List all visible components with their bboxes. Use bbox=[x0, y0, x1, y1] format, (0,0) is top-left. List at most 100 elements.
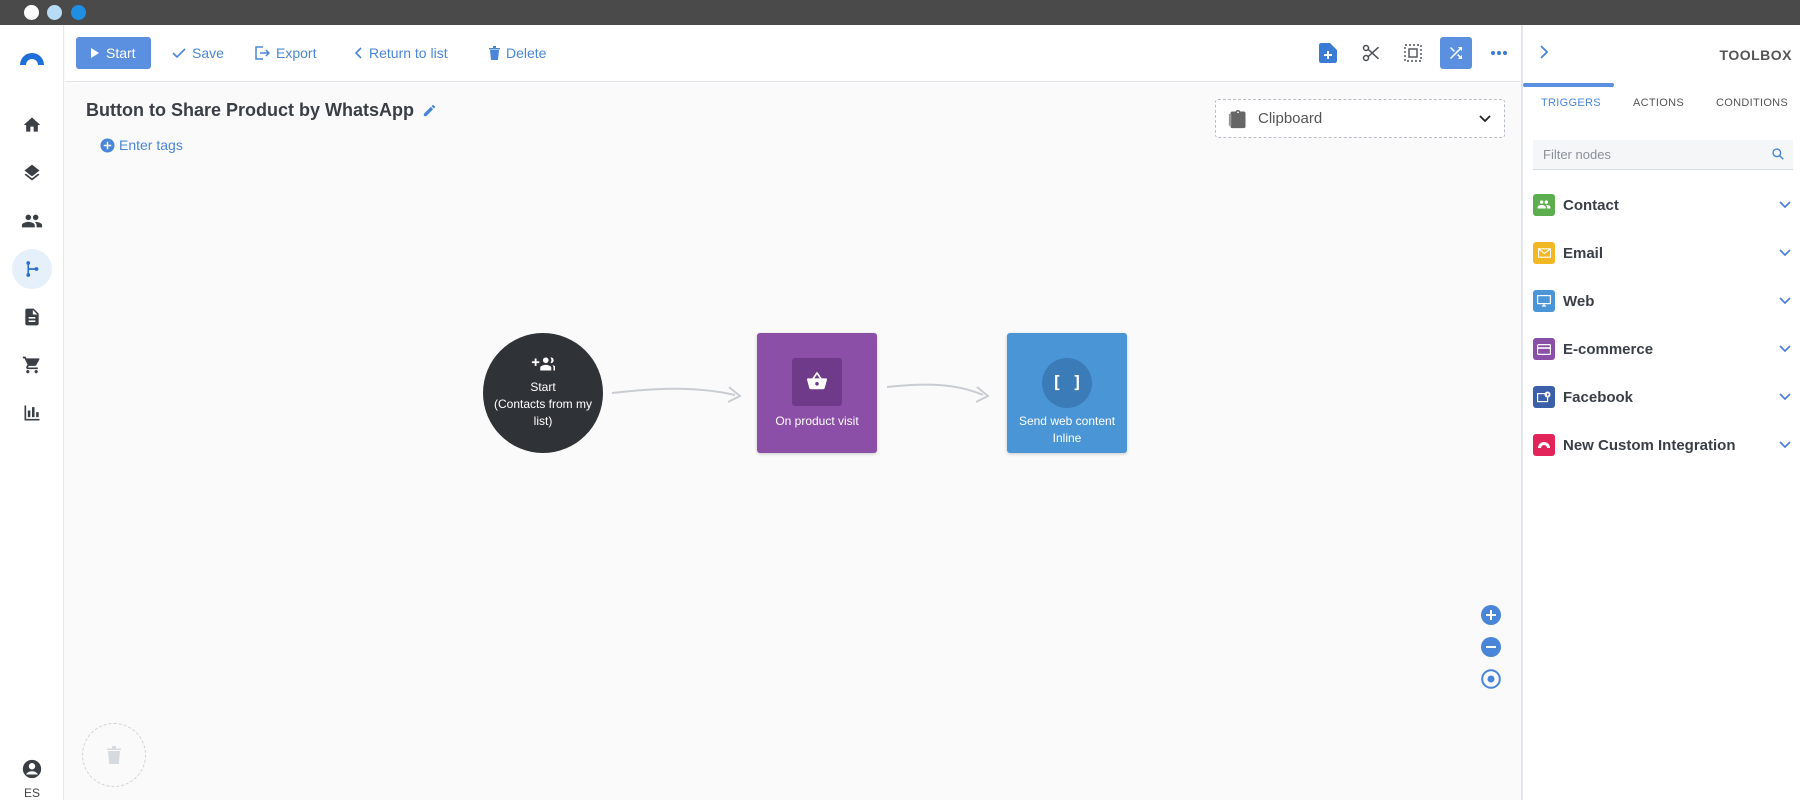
user-avatar-icon bbox=[22, 759, 42, 779]
category-email-label: Email bbox=[1563, 244, 1604, 262]
category-facebook-label: Facebook bbox=[1563, 388, 1634, 406]
select-area-button[interactable] bbox=[1397, 37, 1429, 69]
nav-layers[interactable] bbox=[12, 153, 52, 193]
layers-icon bbox=[24, 164, 40, 181]
chevron-down-icon bbox=[1779, 345, 1791, 353]
start-node-line3: list) bbox=[533, 414, 553, 428]
flow-branch-icon bbox=[26, 261, 39, 277]
basket-icon bbox=[792, 358, 842, 406]
shuffle-icon bbox=[1450, 47, 1462, 59]
tab-actions[interactable]: ACTIONS bbox=[1633, 97, 1684, 109]
start-node[interactable]: Start (Contacts from my list) bbox=[483, 333, 603, 453]
add-contacts-icon bbox=[531, 357, 555, 371]
save-button-label: Save bbox=[192, 45, 224, 61]
chevron-down-icon bbox=[1779, 249, 1791, 257]
product-visit-label: On product visit bbox=[775, 414, 859, 428]
window-close-dot[interactable] bbox=[24, 5, 39, 20]
toolbox-title: TOOLBOX bbox=[1719, 47, 1792, 63]
document-icon bbox=[25, 308, 39, 326]
chevron-down-icon bbox=[1779, 441, 1791, 449]
drop-to-delete-zone[interactable] bbox=[82, 723, 146, 787]
search-icon[interactable] bbox=[1771, 147, 1785, 161]
delete-button-label: Delete bbox=[506, 45, 547, 61]
export-button-label: Export bbox=[276, 45, 317, 61]
left-navigation: ES bbox=[0, 25, 64, 800]
window-titlebar bbox=[0, 0, 1800, 25]
collapse-panel-icon[interactable] bbox=[1539, 45, 1549, 59]
card-icon bbox=[1533, 338, 1555, 360]
category-new-custom-integration-label: New Custom Integration bbox=[1563, 436, 1736, 454]
add-note-button[interactable] bbox=[1312, 37, 1344, 69]
facebook-icon bbox=[1533, 386, 1555, 408]
target-icon bbox=[1481, 669, 1501, 689]
window-minimize-dot[interactable] bbox=[47, 5, 62, 20]
tab-triggers[interactable]: TRIGGERS bbox=[1541, 97, 1601, 109]
window-maximize-dot[interactable] bbox=[71, 5, 86, 20]
active-tab-indicator bbox=[1523, 83, 1614, 87]
send-web-content-node[interactable]: [ ] Send web content Inline bbox=[1007, 333, 1127, 453]
nav-documents[interactable] bbox=[12, 297, 52, 337]
start-button-label: Start bbox=[106, 45, 136, 61]
category-ecommerce-label: E-commerce bbox=[1563, 340, 1654, 358]
zoom-out-icon bbox=[1481, 637, 1501, 657]
zoom-out-button[interactable] bbox=[1479, 635, 1503, 659]
return-button-label: Return to list bbox=[369, 45, 448, 61]
toolbox-tabs: TRIGGERS ACTIONS CONDITIONS bbox=[1523, 83, 1800, 115]
export-icon bbox=[255, 46, 270, 60]
start-button[interactable]: Start bbox=[76, 37, 151, 69]
brackets-icon: [ ] bbox=[1042, 358, 1092, 408]
delete-button[interactable]: Delete bbox=[489, 37, 546, 69]
nav-home[interactable] bbox=[12, 105, 52, 145]
add-document-icon bbox=[1319, 43, 1337, 63]
save-button[interactable]: Save bbox=[172, 37, 224, 69]
chevron-down-icon bbox=[1779, 201, 1791, 209]
contact-group-icon bbox=[1533, 194, 1555, 216]
nav-automation-flows[interactable] bbox=[12, 249, 52, 289]
bar-chart-icon bbox=[24, 405, 40, 421]
editor-toolbar: Start Save Export Return to list Delete bbox=[65, 25, 1521, 82]
category-ecommerce[interactable]: E-commerce bbox=[1533, 335, 1793, 363]
category-web-label: Web bbox=[1563, 292, 1595, 310]
category-contact[interactable]: Contact bbox=[1533, 191, 1793, 219]
return-to-list-button[interactable]: Return to list bbox=[355, 37, 448, 69]
category-facebook[interactable]: Facebook bbox=[1533, 383, 1793, 411]
auto-layout-button[interactable] bbox=[1440, 37, 1472, 69]
app-logo-icon[interactable] bbox=[17, 45, 47, 75]
home-icon bbox=[23, 117, 41, 132]
zoom-in-button[interactable] bbox=[1479, 603, 1503, 627]
play-icon bbox=[91, 48, 99, 58]
export-button[interactable]: Export bbox=[254, 37, 316, 69]
category-email[interactable]: Email bbox=[1533, 239, 1793, 267]
start-node-line1: Start bbox=[530, 380, 556, 394]
nav-reports[interactable] bbox=[12, 393, 52, 433]
selection-icon bbox=[1404, 44, 1422, 62]
user-account[interactable]: ES bbox=[17, 758, 47, 800]
tab-conditions[interactable]: CONDITIONS bbox=[1716, 97, 1788, 109]
zoom-in-icon bbox=[1481, 605, 1501, 625]
flow-canvas[interactable]: Button to Share Product by WhatsApp Ente… bbox=[65, 83, 1521, 800]
language-label[interactable]: ES bbox=[17, 786, 47, 800]
contacts-icon bbox=[21, 214, 43, 228]
chevron-left-icon bbox=[355, 47, 362, 59]
product-visit-node[interactable]: On product visit bbox=[757, 333, 877, 453]
scissors-icon bbox=[1362, 44, 1380, 62]
trash-icon bbox=[107, 746, 121, 764]
send-web-content-line2: Inline bbox=[1052, 431, 1082, 445]
start-node-line2: (Contacts from my bbox=[493, 397, 592, 411]
cart-icon bbox=[22, 356, 40, 374]
custom-integration-icon bbox=[1533, 434, 1555, 456]
more-options-button[interactable] bbox=[1483, 37, 1515, 69]
monitor-icon bbox=[1533, 290, 1555, 312]
filter-nodes-input[interactable] bbox=[1533, 140, 1793, 170]
send-web-content-label: Send web content Inline bbox=[1011, 413, 1123, 447]
category-new-custom-integration[interactable]: New Custom Integration bbox=[1533, 431, 1793, 459]
more-horizontal-icon bbox=[1491, 51, 1507, 55]
nav-contacts[interactable] bbox=[12, 201, 52, 241]
category-web[interactable]: Web bbox=[1533, 287, 1793, 315]
nav-ecommerce[interactable] bbox=[12, 345, 52, 385]
category-contact-label: Contact bbox=[1563, 196, 1619, 214]
chevron-down-icon bbox=[1779, 297, 1791, 305]
cut-button[interactable] bbox=[1355, 37, 1387, 69]
center-view-button[interactable] bbox=[1479, 667, 1503, 691]
chevron-down-icon bbox=[1779, 393, 1791, 401]
